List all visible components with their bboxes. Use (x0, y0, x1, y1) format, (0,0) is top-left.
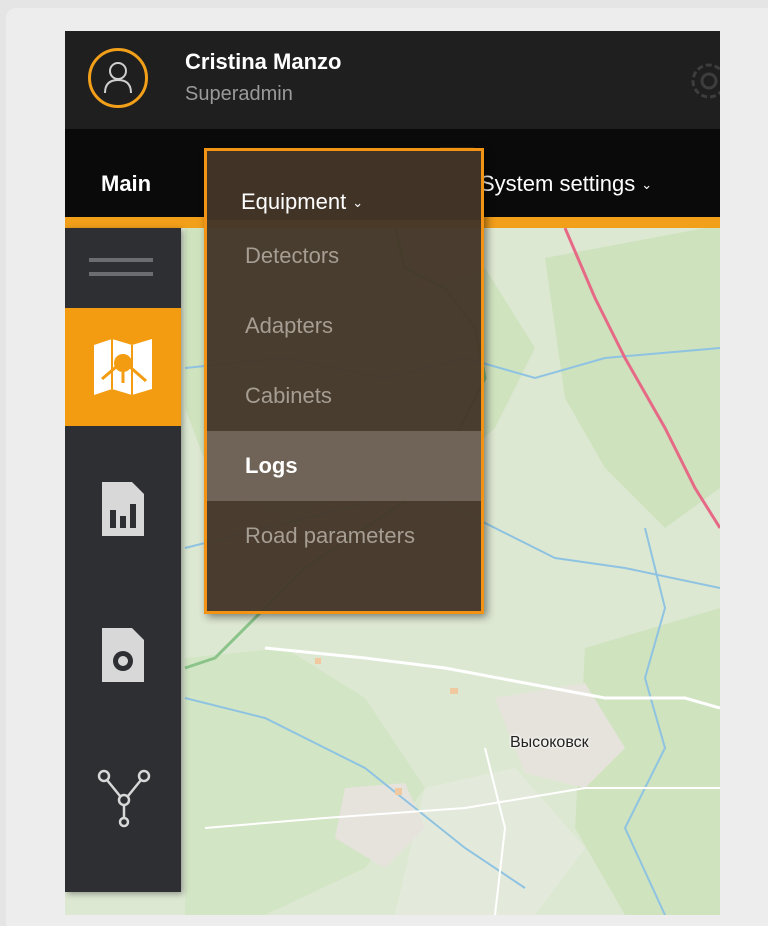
camera-icon[interactable] (98, 624, 148, 686)
gear-icon[interactable] (681, 59, 720, 103)
user-role: Superadmin (185, 83, 293, 105)
user-icon (104, 62, 132, 94)
map-town-label: Высоковск (510, 734, 589, 751)
nav-equipment-label: Equipment (241, 189, 347, 214)
sidebar (65, 228, 181, 892)
network-icon[interactable] (95, 768, 153, 830)
dropdown-item-cabinets[interactable]: Cabinets (207, 361, 481, 431)
chevron-down-icon: ⌄ (641, 177, 653, 192)
map-icon (94, 339, 152, 395)
user-name: Cristina Manzo (185, 49, 342, 74)
nav-equipment[interactable]: Equipment ⌄ (241, 148, 363, 220)
menu-bar-line (89, 258, 153, 262)
user-header: Cristina Manzo Superadmin (65, 31, 720, 129)
sidebar-item-map[interactable] (65, 308, 181, 426)
menu-bar-line (89, 272, 153, 276)
nav-main[interactable]: Main (101, 129, 151, 217)
chevron-down-icon: ⌄ (352, 195, 364, 210)
dropdown-item-detectors[interactable]: Detectors (207, 221, 481, 291)
app: Высоковск Cristina Manzo Superadmin Main… (65, 31, 720, 915)
dropdown-item-road-parameters[interactable]: Road parameters (207, 501, 481, 571)
dropdown-item-adapters[interactable]: Adapters (207, 291, 481, 361)
reports-icon[interactable] (98, 478, 148, 540)
nav-system-settings-label: System settings (480, 171, 636, 196)
dropdown-item-logs[interactable]: Logs (207, 431, 481, 501)
nav-system-settings[interactable]: System settings ⌄ (480, 129, 652, 217)
avatar[interactable] (88, 48, 148, 108)
